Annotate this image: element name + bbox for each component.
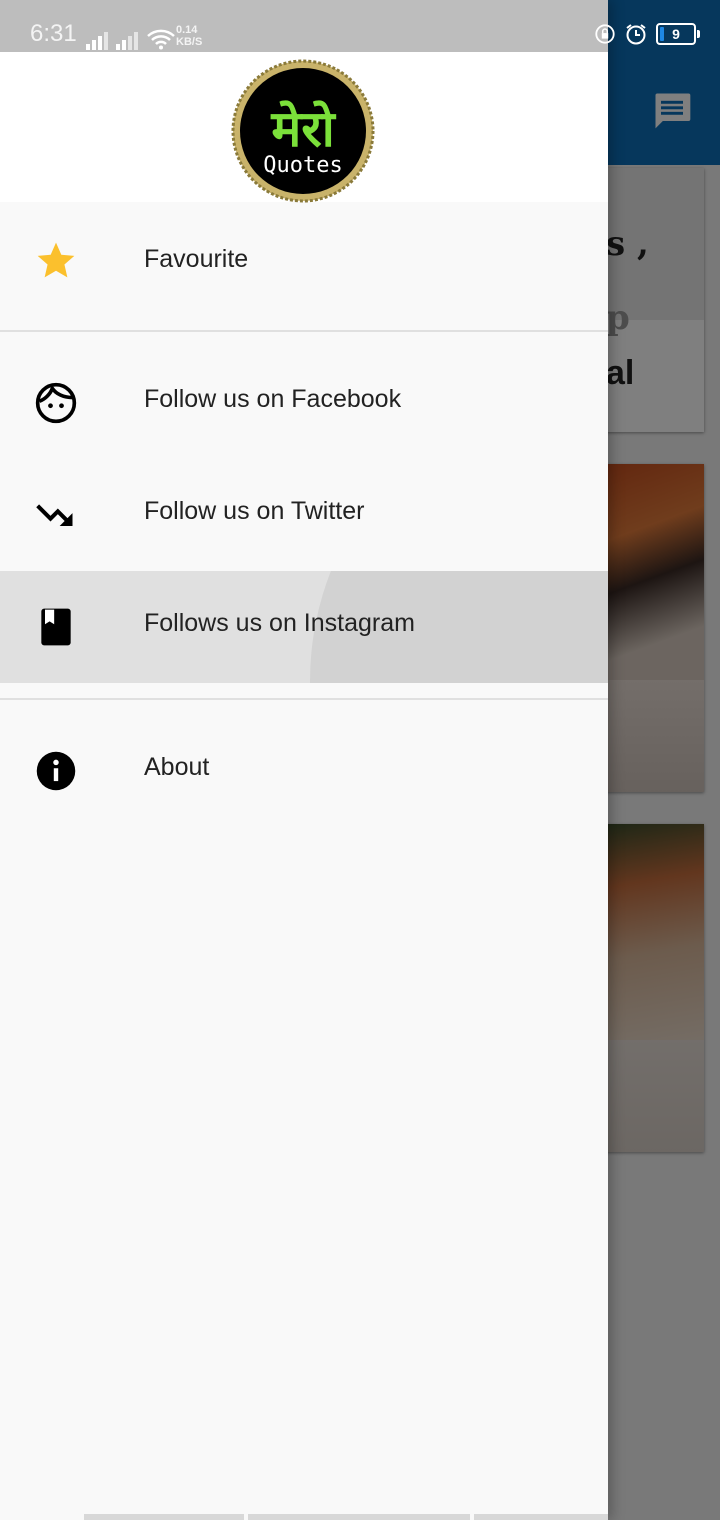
- bottom-tab-hint: [474, 1514, 608, 1520]
- trending-down-icon: [32, 491, 80, 539]
- alarm-icon: [626, 24, 646, 45]
- signal-icon: [86, 32, 108, 50]
- drawer-item-label: Follow us on Twitter: [144, 497, 365, 525]
- star-icon: [32, 237, 80, 285]
- navigation-drawer: मेरो Quotes Favourite Follow us on Faceb…: [0, 0, 608, 1520]
- drawer-item-label: Favourite: [144, 245, 249, 273]
- drawer-item-favourite[interactable]: Favourite: [0, 203, 608, 329]
- rotation-lock-icon: [595, 24, 615, 44]
- drawer-item-label: Follow us on Facebook: [144, 385, 402, 413]
- logo-script: मेरो: [270, 100, 336, 158]
- drawer-header: मेरो Quotes: [0, 52, 608, 203]
- wifi-icon: [147, 29, 175, 50]
- drawer-item-twitter[interactable]: Follow us on Twitter: [0, 459, 608, 571]
- divider: [0, 698, 608, 700]
- drawer-item-label: Follows us on Instagram: [144, 609, 415, 637]
- drawer-item-facebook[interactable]: Follow us on Facebook: [0, 347, 608, 459]
- net-speed: 0.14 KB/S: [176, 24, 202, 48]
- drawer-item-about[interactable]: About: [0, 715, 608, 827]
- drawer-item-instagram[interactable]: Follows us on Instagram: [0, 571, 608, 683]
- status-icons-left: [86, 24, 176, 50]
- status-time: 6:31: [30, 20, 77, 47]
- app-logo: मेरो Quotes: [231, 59, 375, 203]
- status-icons-right: 9: [594, 22, 700, 46]
- battery-level: 9: [672, 26, 680, 42]
- drawer-item-label: About: [144, 753, 210, 781]
- net-speed-value: 0.14: [176, 24, 198, 36]
- face-icon: [32, 379, 80, 427]
- logo-text: Quotes: [263, 153, 342, 178]
- divider: [0, 330, 608, 332]
- status-bar: 6:31 0.14 KB/S 9: [0, 0, 720, 72]
- net-speed-unit: KB/S: [176, 36, 203, 48]
- bottom-tab-hint: [248, 1514, 470, 1520]
- bottom-tab-hint: [84, 1514, 244, 1520]
- book-icon: [32, 603, 80, 651]
- battery-icon: 9: [656, 23, 700, 45]
- signal-icon: [116, 32, 138, 50]
- info-icon: [32, 747, 80, 795]
